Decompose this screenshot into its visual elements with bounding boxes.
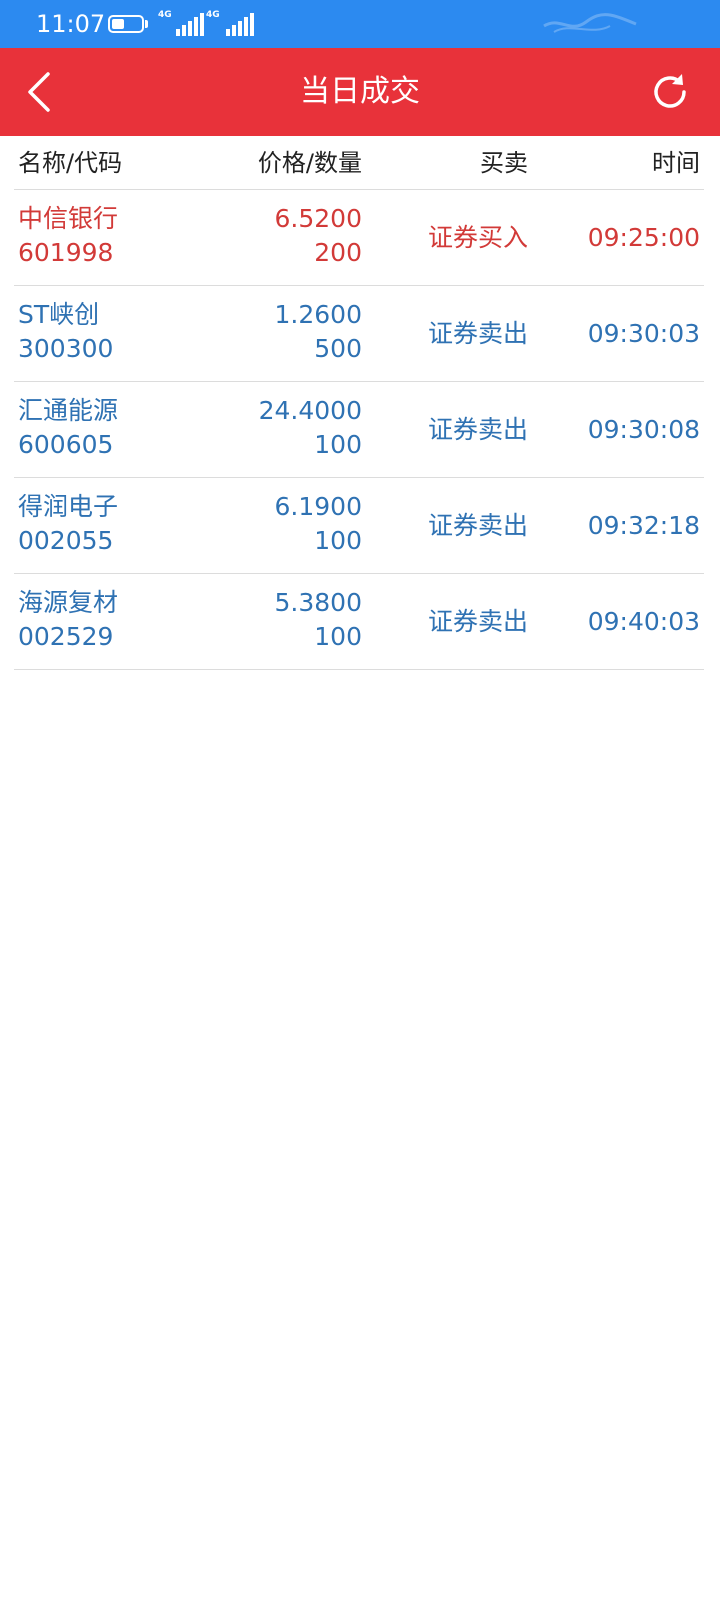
network-label: 4G <box>158 10 172 20</box>
time-cell: 09:40:03 <box>587 607 700 636</box>
time-cell: 09:25:00 <box>587 223 700 252</box>
deal-quantity: 500 <box>314 334 362 363</box>
deal-quantity: 200 <box>314 238 362 267</box>
network-label-secondary: 4G <box>206 10 220 20</box>
name-code-cell: 得润电子 002055 <box>18 490 118 558</box>
stock-code: 002055 <box>18 526 114 555</box>
stock-name: 汇通能源 <box>18 396 119 425</box>
side-cell: 证券卖出 <box>427 607 528 636</box>
deal-price: 1.2600 <box>274 300 362 329</box>
refresh-icon <box>654 74 686 108</box>
stock-name: 海源复材 <box>18 588 119 617</box>
price-quantity-cell: 1.2600 500 <box>275 298 362 366</box>
column-header-time: 时间 <box>652 149 700 177</box>
battery-cap <box>145 20 148 28</box>
time-cell: 09:30:08 <box>587 415 700 444</box>
signal-icon-secondary: 4G <box>206 10 254 38</box>
table-row[interactable]: 汇通能源 600605 24.4000 100 证券卖出 09:30:08 <box>14 382 704 478</box>
deal-price: 5.3800 <box>274 588 362 617</box>
stock-code: 601998 <box>18 238 114 267</box>
column-header-side: 买卖 <box>480 149 528 177</box>
watermark-icon <box>543 13 637 33</box>
deal-price: 6.1900 <box>274 492 362 521</box>
name-code-cell: 海源复材 002529 <box>18 586 118 654</box>
deal-price: 24.4000 <box>258 396 362 425</box>
status-time: 11:07 <box>36 10 106 38</box>
deal-quantity: 100 <box>314 622 362 651</box>
side-cell: 证券卖出 <box>427 415 528 444</box>
deal-price: 6.5200 <box>274 204 362 233</box>
name-code-cell: 中信银行 601998 <box>18 202 118 270</box>
price-quantity-cell: 6.1900 100 <box>275 490 362 558</box>
deal-table: 名称/代码 价格/数量 买卖 时间 中信银行 601998 6.5200 200… <box>0 136 720 670</box>
time-cell: 09:30:03 <box>587 319 700 348</box>
stock-name: 得润电子 <box>18 492 119 521</box>
stock-code: 300300 <box>18 334 114 363</box>
name-code-cell: 汇通能源 600605 <box>18 394 118 462</box>
table-row[interactable]: 中信银行 601998 6.5200 200 证券买入 09:25:00 <box>14 190 704 286</box>
signal-icon: 4G <box>158 10 204 38</box>
stock-name: 中信银行 <box>18 204 119 233</box>
price-quantity-cell: 24.4000 100 <box>259 394 362 462</box>
stock-code: 600605 <box>18 430 114 459</box>
deal-quantity: 100 <box>314 526 362 555</box>
table-header: 名称/代码 价格/数量 买卖 时间 <box>14 136 704 190</box>
app-header: 当日成交 <box>0 48 720 136</box>
battery-icon <box>108 15 144 33</box>
stock-code: 002529 <box>18 622 114 651</box>
price-quantity-cell: 5.3800 100 <box>275 586 362 654</box>
name-code-cell: ST峡创 300300 <box>18 298 113 366</box>
side-cell: 证券卖出 <box>427 319 528 348</box>
column-header-price-quantity: 价格/数量 <box>257 149 362 177</box>
stock-name: ST峡创 <box>18 300 100 329</box>
battery-level <box>112 19 124 29</box>
side-cell: 证券买入 <box>427 223 528 252</box>
price-quantity-cell: 6.5200 200 <box>275 202 362 270</box>
column-header-name-code: 名称/代码 <box>18 149 123 177</box>
status-bar: 11:07 4G 4G <box>0 0 720 48</box>
side-cell: 证券卖出 <box>427 511 528 540</box>
time-cell: 09:32:18 <box>587 511 700 540</box>
refresh-button[interactable] <box>648 70 692 114</box>
table-row[interactable]: 得润电子 002055 6.1900 100 证券卖出 09:32:18 <box>14 478 704 574</box>
page-title: 当日成交 <box>300 74 420 109</box>
table-row[interactable]: 海源复材 002529 5.3800 100 证券卖出 09:40:03 <box>14 574 704 670</box>
deal-quantity: 100 <box>314 430 362 459</box>
table-row[interactable]: ST峡创 300300 1.2600 500 证券卖出 09:30:03 <box>14 286 704 382</box>
